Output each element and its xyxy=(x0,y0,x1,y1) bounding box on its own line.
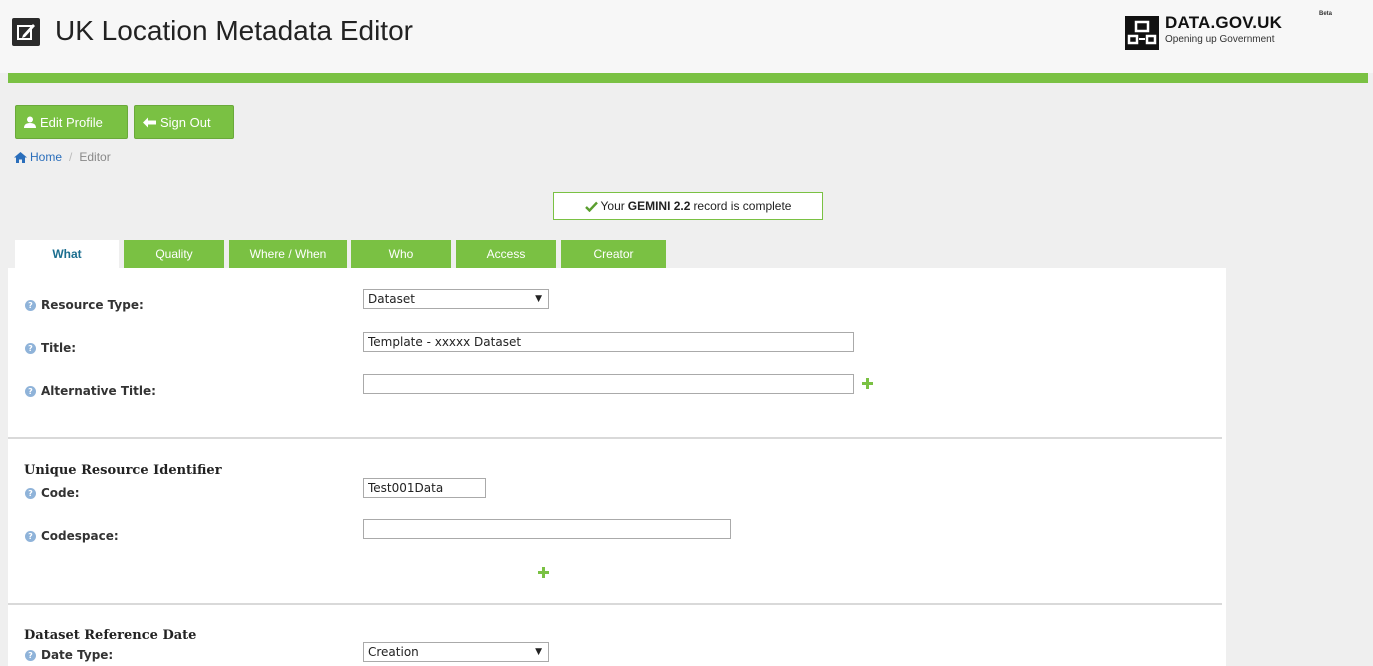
date-type-label: ? Date Type: xyxy=(25,648,113,662)
breadcrumb-home-link[interactable]: Home xyxy=(30,150,62,164)
edit-square-icon xyxy=(12,18,40,46)
status-standard: GEMINI 2.2 xyxy=(627,199,691,213)
beta-tag: Beta xyxy=(1319,11,1333,17)
help-icon[interactable]: ? xyxy=(25,299,36,311)
status-prefix: Your xyxy=(600,199,625,213)
brand-subtitle: Opening up Government xyxy=(1165,34,1275,45)
help-icon[interactable]: ? xyxy=(25,342,36,354)
tab-creator[interactable]: Creator xyxy=(561,240,666,268)
code-input[interactable] xyxy=(363,478,486,498)
unique-resource-identifier-heading: Unique Resource Identifier xyxy=(24,463,222,478)
home-icon[interactable] xyxy=(14,151,27,163)
sign-out-button[interactable]: Sign Out xyxy=(134,105,234,139)
brand-name[interactable]: DATA.GOV.UK xyxy=(1165,13,1282,33)
code-label: ? Code: xyxy=(25,486,80,500)
caret-down-icon: ▼ xyxy=(535,294,542,304)
codespace-label: ? Codespace: xyxy=(25,529,119,543)
status-suffix: record is complete xyxy=(693,199,792,213)
tab-access[interactable]: Access xyxy=(456,240,556,268)
help-icon[interactable]: ? xyxy=(25,649,36,661)
dataset-reference-date-heading: Dataset Reference Date xyxy=(24,628,197,643)
edit-profile-button[interactable]: Edit Profile xyxy=(15,105,128,139)
tab-what[interactable]: What xyxy=(15,240,119,268)
app-title: UK Location Metadata Editor xyxy=(55,15,413,46)
tab-quality[interactable]: Quality xyxy=(124,240,224,268)
data-gov-uk-logo-icon xyxy=(1125,16,1159,50)
header-accent-bar xyxy=(8,73,1368,83)
help-icon[interactable]: ? xyxy=(25,487,36,499)
breadcrumb: Home / Editor xyxy=(14,150,111,164)
add-alternative-title-icon[interactable] xyxy=(862,378,873,389)
section-divider xyxy=(8,603,1222,605)
title-input[interactable] xyxy=(363,332,854,352)
arrow-left-icon xyxy=(143,117,156,127)
alternative-title-input[interactable] xyxy=(363,374,854,394)
sign-out-label: Sign Out xyxy=(160,114,211,130)
user-icon xyxy=(24,116,36,128)
help-icon[interactable]: ? xyxy=(25,385,36,397)
caret-down-icon: ▼ xyxy=(535,647,542,657)
help-icon[interactable]: ? xyxy=(25,530,36,542)
codespace-input[interactable] xyxy=(363,519,731,539)
resource-type-select[interactable]: Dataset ▼ xyxy=(363,289,549,309)
status-message: Your GEMINI 2.2 record is complete xyxy=(553,192,823,220)
breadcrumb-current: Editor xyxy=(79,150,111,164)
breadcrumb-separator: / xyxy=(69,150,73,164)
tab-where-when[interactable]: Where / When xyxy=(229,240,347,268)
alternative-title-label: ? Alternative Title: xyxy=(25,384,156,398)
title-label: ? Title: xyxy=(25,341,76,355)
edit-profile-label: Edit Profile xyxy=(40,114,103,130)
section-divider xyxy=(8,437,1222,439)
add-identifier-icon[interactable] xyxy=(538,567,549,578)
resource-type-label: ? Resource Type: xyxy=(25,298,144,312)
checkmark-icon xyxy=(584,201,598,212)
date-type-select[interactable]: Creation ▼ xyxy=(363,642,549,662)
tab-who[interactable]: Who xyxy=(351,240,451,268)
